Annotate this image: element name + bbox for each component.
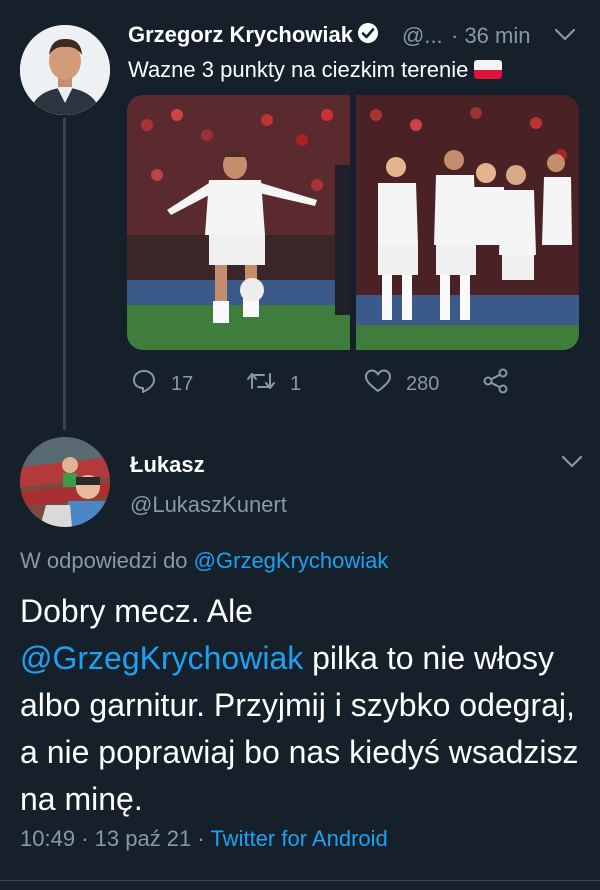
author-name-text[interactable]: Grzegorz Krychowiak [128, 22, 353, 47]
reply-author-avatar[interactable] [20, 437, 110, 527]
retweet-button[interactable]: 1 [246, 368, 301, 400]
like-count: 280 [406, 372, 440, 395]
heart-icon [364, 368, 392, 400]
share-button[interactable] [482, 368, 510, 400]
reply-author-name[interactable]: Łukasz [130, 452, 205, 478]
more-options-chevron-icon[interactable] [553, 26, 577, 49]
reply-mention-link[interactable]: @GrzegKrychowiak [20, 640, 303, 676]
tweet-text: Wazne 3 punkty na ciezkim terenie [128, 57, 503, 83]
tweet-media[interactable] [127, 95, 579, 350]
verified-badge-icon [357, 22, 379, 50]
reply-button[interactable]: 17 [131, 368, 193, 400]
thread-connector-line [63, 118, 66, 430]
like-button[interactable]: 280 [364, 368, 439, 400]
reply-tweet-meta: 10:49 · 13 paź 21 · Twitter for Android [20, 826, 388, 852]
divider [0, 880, 600, 881]
meta-separator: · [81, 826, 89, 851]
reply-date: 13 paź 21 [94, 826, 192, 851]
meta-separator: · [197, 826, 205, 851]
share-icon [482, 368, 510, 400]
reply-author-handle[interactable]: @LukaszKunert [130, 492, 287, 518]
retweet-count: 1 [290, 372, 302, 395]
author-name[interactable]: Grzegorz Krychowiak [128, 22, 379, 50]
media-photo-right [356, 95, 579, 350]
reply-tweet-text: Dobry mecz. Ale @GrzegKrychowiak pilka t… [20, 588, 585, 823]
replying-to-prefix: W odpowiedzi do [20, 548, 188, 573]
poland-flag-icon [474, 60, 503, 79]
retweet-icon [246, 368, 276, 400]
author-avatar[interactable] [20, 25, 110, 115]
reply-text-start: Dobry mecz. Ale [20, 593, 253, 629]
reply-more-options-chevron-icon[interactable] [560, 453, 584, 476]
client-link[interactable]: Twitter for Android [210, 826, 387, 851]
reply-count: 17 [171, 372, 194, 395]
tweet-text-content: Wazne 3 punkty na ciezkim terenie [128, 57, 469, 82]
replying-to: W odpowiedzi do @GrzegKrychowiak [20, 548, 388, 574]
tweet-time[interactable]: · 36 min [451, 23, 530, 49]
media-photo-left [127, 95, 350, 350]
reply-icon [131, 368, 157, 400]
replying-to-handle-link[interactable]: @GrzegKrychowiak [194, 548, 389, 573]
reply-time: 10:49 [20, 826, 76, 851]
author-handle[interactable]: @... [402, 23, 443, 49]
